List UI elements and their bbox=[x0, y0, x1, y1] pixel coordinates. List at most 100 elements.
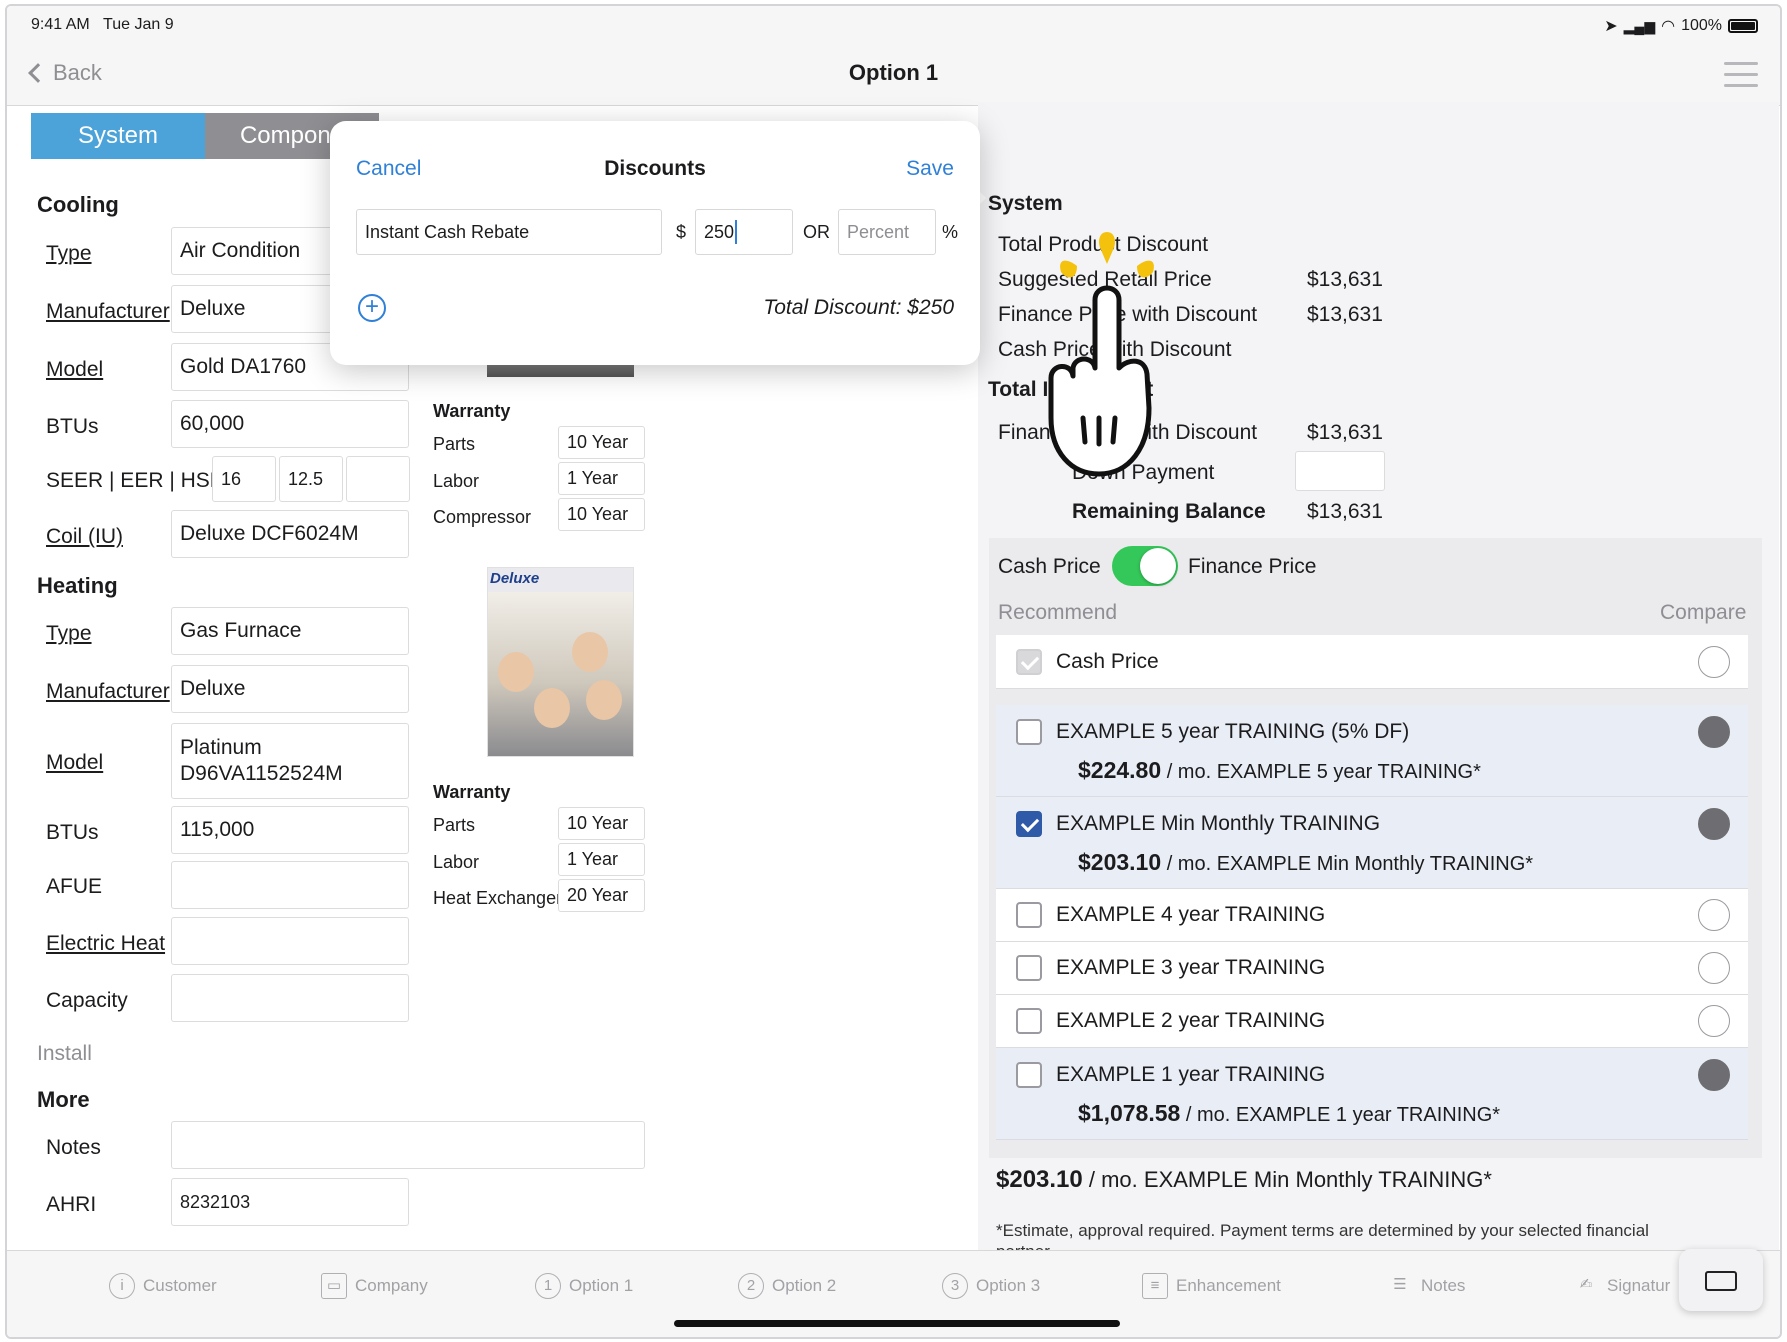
option-row-cash[interactable]: Cash Price bbox=[996, 635, 1748, 689]
option-desc: / mo. EXAMPLE Min Monthly TRAINING* bbox=[1161, 853, 1534, 875]
afue-label: AFUE bbox=[46, 875, 103, 898]
keyboard-toggle-button[interactable] bbox=[1679, 1249, 1763, 1311]
heating-product-image[interactable]: Deluxe bbox=[487, 567, 634, 757]
option-row-min-monthly[interactable]: EXAMPLE Min Monthly TRAINING $203.10 / m… bbox=[996, 797, 1748, 889]
heating-warranty-parts-field[interactable]: 10 Year bbox=[558, 807, 645, 840]
percent-sign: % bbox=[942, 222, 959, 242]
compare-radio[interactable] bbox=[1698, 808, 1730, 840]
heating-type-label[interactable]: Type bbox=[46, 622, 92, 646]
tab-signature[interactable]: ✍ Signatur bbox=[1573, 1273, 1671, 1299]
tab-option-2[interactable]: 2 Option 2 bbox=[738, 1273, 836, 1299]
option-name: EXAMPLE 1 year TRAINING bbox=[1056, 1063, 1326, 1086]
tab-label: Company bbox=[355, 1276, 428, 1295]
coil-field[interactable]: Deluxe DCF6024M bbox=[171, 510, 409, 558]
cooling-warranty-compressor-field[interactable]: 10 Year bbox=[558, 498, 645, 531]
total-product-discount-link[interactable]: Total Product Discount bbox=[998, 233, 1208, 257]
recommend-header: Recommend bbox=[998, 601, 1118, 624]
tab-option-1[interactable]: 1 Option 1 bbox=[535, 1273, 633, 1299]
compare-radio[interactable] bbox=[1698, 899, 1730, 931]
person-icon: i bbox=[109, 1273, 135, 1299]
recommend-checkbox[interactable] bbox=[1016, 1062, 1042, 1088]
lines-icon: ☰ bbox=[1393, 1276, 1407, 1293]
discount-amount-field[interactable]: 250 bbox=[695, 209, 793, 255]
cooling-warranty-parts-field[interactable]: 10 Year bbox=[558, 426, 645, 459]
option-row-2-year[interactable]: EXAMPLE 2 year TRAINING bbox=[996, 995, 1748, 1048]
tab-option-3[interactable]: 3 Option 3 bbox=[942, 1273, 1040, 1299]
hspf-field[interactable] bbox=[346, 456, 410, 502]
heating-btus-field[interactable]: 115,000 bbox=[171, 806, 409, 854]
option-row-4-year[interactable]: EXAMPLE 4 year TRAINING bbox=[996, 889, 1748, 942]
capacity-field[interactable] bbox=[171, 974, 409, 1022]
notes-label: Notes bbox=[46, 1136, 101, 1159]
recommend-checkbox[interactable] bbox=[1016, 811, 1042, 837]
ahri-field[interactable]: 8232103 bbox=[171, 1178, 409, 1226]
total-discount: Total Discount: $250 bbox=[763, 296, 954, 319]
electric-heat-label[interactable]: Electric Heat bbox=[46, 932, 165, 956]
cooling-type-label[interactable]: Type bbox=[46, 242, 92, 266]
compare-radio[interactable] bbox=[1698, 716, 1730, 748]
tab-system[interactable]: System bbox=[31, 113, 205, 159]
install-label[interactable]: Install bbox=[37, 1042, 92, 1066]
selected-desc: / mo. EXAMPLE Min Monthly TRAINING* bbox=[1082, 1167, 1492, 1192]
recommend-checkbox[interactable] bbox=[1016, 955, 1042, 981]
cooling-btus-field[interactable]: 60,000 bbox=[171, 400, 409, 448]
heating-manufacturer-label[interactable]: Manufacturer bbox=[46, 680, 170, 704]
compare-radio[interactable] bbox=[1698, 952, 1730, 984]
ahri-label: AHRI bbox=[46, 1193, 97, 1216]
electric-heat-field[interactable] bbox=[171, 917, 409, 965]
cooling-model-label[interactable]: Model bbox=[46, 358, 103, 382]
recommend-checkbox[interactable] bbox=[1016, 719, 1042, 745]
heating-model-line1: Platinum bbox=[180, 736, 262, 759]
add-discount-icon[interactable]: + bbox=[358, 294, 386, 322]
wifi-icon: ◠ bbox=[1661, 18, 1676, 35]
tab-label: Notes bbox=[1421, 1276, 1466, 1295]
page-title: Option 1 bbox=[848, 60, 939, 85]
seer-field[interactable]: 16 bbox=[212, 456, 276, 502]
tab-notes[interactable]: ☰ Notes bbox=[1387, 1273, 1465, 1299]
popover-title: Discounts bbox=[604, 157, 706, 180]
keyboard-icon bbox=[1705, 1271, 1737, 1291]
heating-type-field[interactable]: Gas Furnace bbox=[171, 607, 409, 655]
price-mode-toggle[interactable] bbox=[1112, 546, 1178, 586]
down-payment-field[interactable] bbox=[1295, 451, 1385, 491]
tab-company[interactable]: ▭ Company bbox=[321, 1273, 428, 1299]
save-button[interactable]: Save bbox=[906, 157, 954, 181]
notes-field[interactable] bbox=[171, 1121, 645, 1169]
eer-field[interactable]: 12.5 bbox=[279, 456, 343, 502]
heating-model-field[interactable]: Platinum D96VA1152524M bbox=[171, 723, 409, 799]
recommend-checkbox[interactable] bbox=[1016, 902, 1042, 928]
heating-warranty-title: Warranty bbox=[433, 782, 511, 802]
heating-manufacturer-field[interactable]: Deluxe bbox=[171, 665, 409, 713]
family-photo bbox=[488, 592, 633, 756]
remaining-balance-value: $13,631 bbox=[1307, 500, 1383, 523]
menu-icon[interactable] bbox=[1724, 62, 1758, 95]
signature-icon: ✍ bbox=[1579, 1276, 1593, 1293]
cooling-warranty-labor-field[interactable]: 1 Year bbox=[558, 462, 645, 495]
total-investment-title: Total Investment bbox=[988, 378, 1154, 401]
tab-label: Option 3 bbox=[976, 1276, 1041, 1295]
discount-name-field[interactable]: Instant Cash Rebate bbox=[356, 209, 662, 255]
option-row-5-year[interactable]: EXAMPLE 5 year TRAINING (5% DF) $224.80 … bbox=[996, 705, 1748, 797]
discount-percent-field[interactable]: Percent bbox=[838, 209, 936, 255]
compare-radio[interactable] bbox=[1698, 646, 1730, 678]
srp-label: Suggested Retail Price bbox=[998, 268, 1212, 291]
tab-enhancement[interactable]: ≡ Enhancement bbox=[1142, 1273, 1281, 1299]
heating-warranty-labor-label: Labor bbox=[433, 852, 480, 872]
heating-warranty-exchanger-field[interactable]: 20 Year bbox=[558, 879, 645, 912]
option-row-3-year[interactable]: EXAMPLE 3 year TRAINING bbox=[996, 942, 1748, 995]
compare-radio[interactable] bbox=[1698, 1059, 1730, 1091]
coil-label[interactable]: Coil (IU) bbox=[46, 525, 123, 549]
cooling-manufacturer-label[interactable]: Manufacturer bbox=[46, 300, 170, 324]
number-2-icon: 2 bbox=[738, 1273, 764, 1299]
heating-warranty-labor-field[interactable]: 1 Year bbox=[558, 843, 645, 876]
afue-field[interactable] bbox=[171, 861, 409, 909]
ipad-screen: 9:41 AM Tue Jan 9 ➤ ▂▄▆ ◠ 100% Back Opti… bbox=[5, 4, 1782, 1339]
option-row-1-year[interactable]: EXAMPLE 1 year TRAINING $1,078.58 / mo. … bbox=[996, 1048, 1748, 1140]
cooling-warranty-parts-label: Parts bbox=[433, 434, 476, 454]
recommend-checkbox[interactable] bbox=[1016, 649, 1042, 675]
status-bar: 9:41 AM Tue Jan 9 ➤ ▂▄▆ ◠ 100% bbox=[7, 6, 1780, 40]
compare-radio[interactable] bbox=[1698, 1005, 1730, 1037]
heating-model-label[interactable]: Model bbox=[46, 751, 103, 775]
recommend-checkbox[interactable] bbox=[1016, 1008, 1042, 1034]
tab-customer[interactable]: i Customer bbox=[109, 1273, 217, 1299]
